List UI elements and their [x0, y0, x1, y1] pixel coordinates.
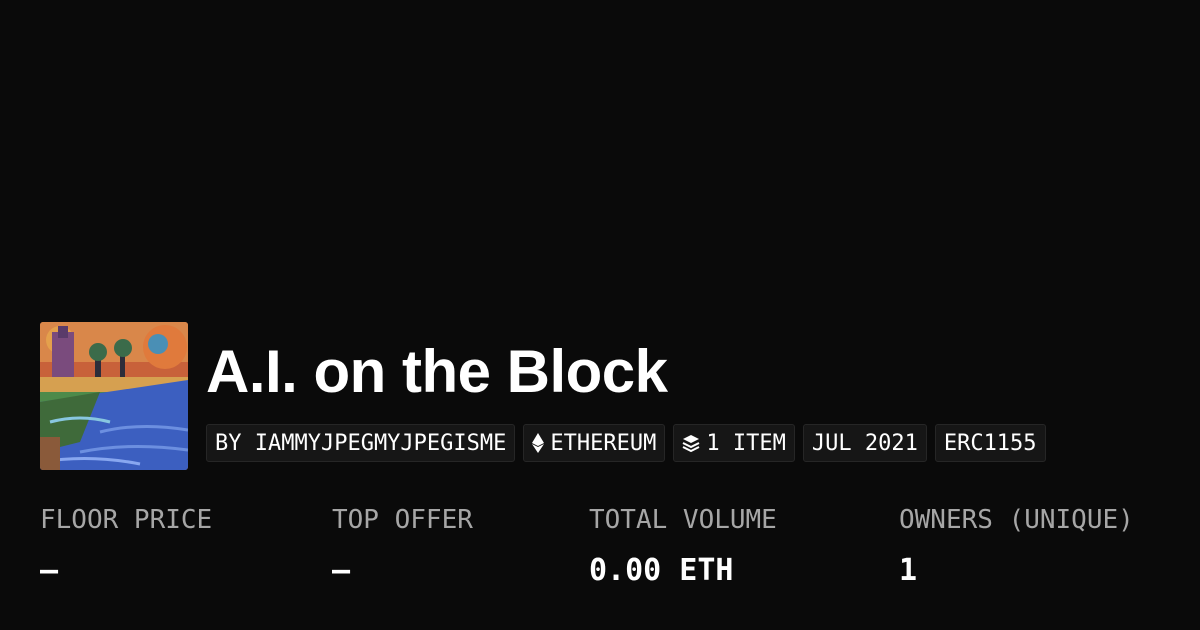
stat-owners: OWNERS (UNIQUE) 1	[899, 505, 1134, 588]
standard-tag-label: ERC1155	[943, 430, 1037, 456]
stat-total-volume: TOTAL VOLUME 0.00 ETH	[589, 505, 777, 588]
collection-thumbnail[interactable]	[40, 322, 188, 470]
chain-tag-label: ETHEREUM	[550, 430, 657, 456]
collection-header: A.I. on the Block BY IAMMYJPEGMYJPEGISME…	[40, 322, 1046, 470]
collection-artwork-image	[40, 322, 188, 470]
chain-tag[interactable]: ETHEREUM	[523, 424, 666, 462]
layers-icon	[682, 434, 700, 452]
stat-label: FLOOR PRICE	[40, 505, 213, 535]
standard-tag: ERC1155	[934, 424, 1046, 462]
stat-value: —	[40, 553, 59, 588]
stat-label: TOP OFFER	[332, 505, 473, 535]
collection-stats: FLOOR PRICE — TOP OFFER — TOTAL VOLUME 0…	[40, 505, 1180, 605]
collection-title: A.I. on the Block	[206, 338, 668, 405]
item-count-label: 1 ITEM	[706, 430, 786, 456]
stat-floor-price: FLOOR PRICE —	[40, 505, 212, 588]
collection-info: A.I. on the Block BY IAMMYJPEGMYJPEGISME…	[206, 322, 1046, 462]
stat-value: —	[332, 553, 351, 588]
stat-top-offer: TOP OFFER —	[332, 505, 473, 588]
ethereum-icon	[532, 433, 545, 453]
collection-tags: BY IAMMYJPEGMYJPEGISME ETHEREUM 1 ITEM J…	[206, 424, 1046, 462]
date-tag: JUL 2021	[802, 424, 927, 462]
stat-value: 1	[899, 553, 918, 588]
creator-tag[interactable]: BY IAMMYJPEGMYJPEGISME	[206, 424, 516, 462]
item-count-tag[interactable]: 1 ITEM	[673, 424, 795, 462]
stat-value: 0.00 ETH	[589, 553, 734, 588]
stat-label: OWNERS (UNIQUE)	[899, 505, 1134, 535]
date-tag-label: JUL 2021	[811, 430, 918, 456]
creator-tag-label: BY IAMMYJPEGMYJPEGISME	[215, 430, 507, 456]
stat-label: TOTAL VOLUME	[589, 505, 777, 535]
